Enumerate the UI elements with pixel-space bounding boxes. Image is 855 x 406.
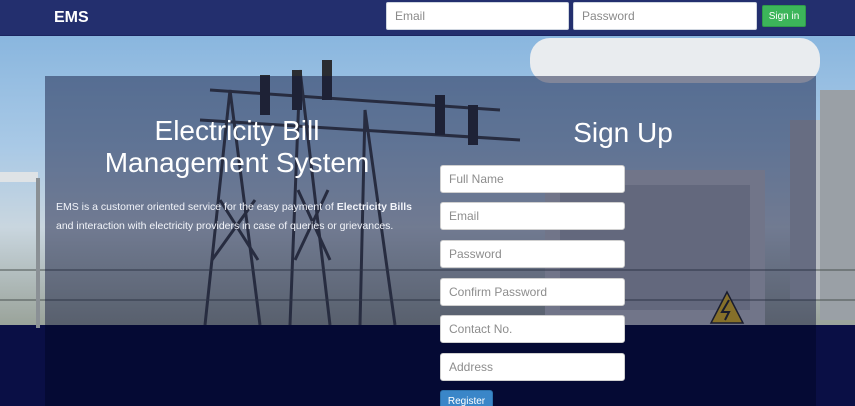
email-field[interactable] (440, 202, 625, 230)
hero-desc-part2: and interaction with electricity provide… (56, 220, 394, 232)
brand-logo[interactable]: EMS (54, 9, 89, 27)
hero-title-line1: Electricity Bill (154, 115, 320, 146)
hero-desc-bold: Electricity Bills (336, 201, 413, 213)
confirm-password-field[interactable] (440, 278, 625, 306)
address-field[interactable] (440, 353, 625, 381)
hero-description: EMS is a customer oriented service for t… (56, 198, 418, 236)
signin-button[interactable]: Sign in (762, 5, 806, 27)
register-button[interactable]: Register (440, 390, 493, 406)
contact-number-field[interactable] (440, 315, 625, 343)
password-field[interactable] (440, 240, 625, 268)
top-navbar: EMS Sign in (0, 0, 855, 36)
login-email-input[interactable] (386, 2, 569, 30)
hero-desc-part1: EMS is a customer oriented service for t… (56, 201, 337, 213)
full-name-field[interactable] (440, 165, 625, 193)
hero-title: Electricity Bill Management System (56, 115, 418, 179)
signup-title: Sign Up (573, 117, 673, 148)
hero-title-line2: Management System (104, 147, 370, 178)
content-panel-lower (45, 325, 816, 406)
login-password-input[interactable] (573, 2, 757, 30)
